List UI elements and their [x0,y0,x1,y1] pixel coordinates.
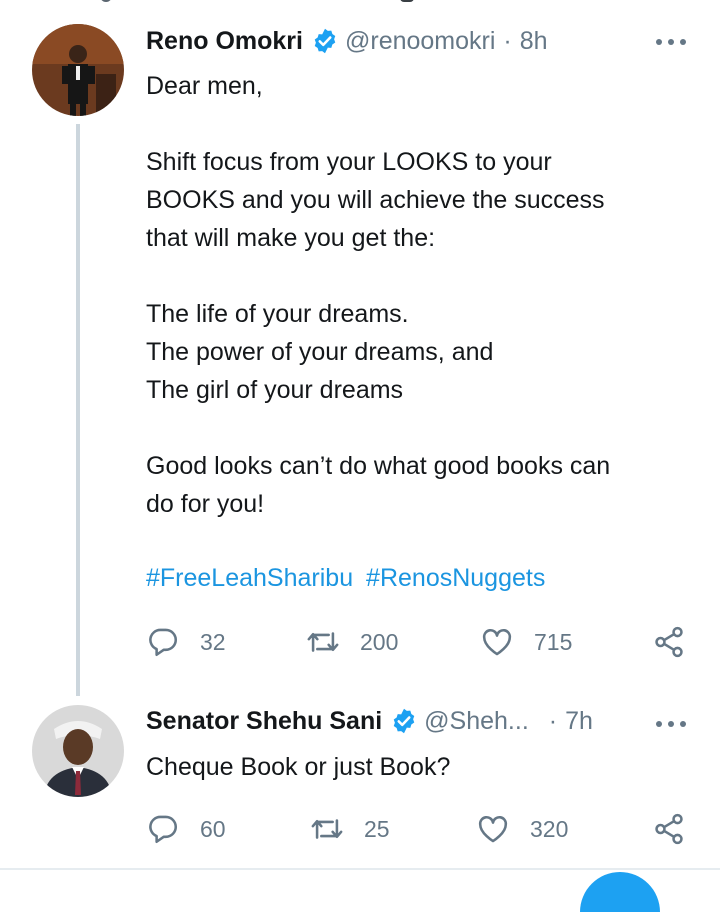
author-name[interactable]: Reno Omokri [146,27,303,56]
hashtags: #FreeLeahSharibu #RenosNuggets [146,564,551,593]
reply-button[interactable]: 60 [146,812,226,846]
tweet-actions: 60 25 320 [146,812,691,846]
tweet-text: Cheque Book or just Book? [146,753,451,781]
share-icon [655,813,683,845]
author-handle[interactable]: @Sheh... [424,707,529,736]
author-handle[interactable]: @renoomokri [345,27,495,56]
more-options-icon[interactable] [656,718,686,728]
heart-icon [482,629,512,656]
tweet-reno-omokri[interactable]: Reno Omokri @renoomokri · 8h Dear men, S… [0,0,720,700]
retweet-icon [307,632,339,652]
divider [0,868,720,870]
reply-count: 32 [200,628,226,655]
reply-icon [149,628,178,657]
thread-line [76,124,80,696]
more-options-icon[interactable] [656,36,686,46]
reply-button[interactable]: 32 [146,625,226,659]
share-button[interactable] [652,625,686,659]
hashtag-link[interactable]: #FreeLeahSharibu [146,564,353,592]
retweet-button[interactable]: 25 [310,812,390,846]
retweet-count: 25 [364,815,390,842]
tweet-text: Dear men, Shift focus from your LOOKS to… [146,72,611,518]
bottom-edge [0,868,720,912]
hashtag-link[interactable]: #RenosNuggets [366,564,545,592]
retweet-count: 200 [360,628,399,655]
verified-badge-icon [314,28,336,54]
heart-icon [478,816,508,843]
tweet-timestamp[interactable]: 8h [520,27,548,56]
reply-icon [149,815,178,844]
verified-badge-icon [393,708,415,734]
compose-button[interactable] [580,872,660,912]
reply-count: 60 [200,815,226,842]
avatar[interactable] [32,705,124,797]
separator-dot: · [548,706,558,735]
like-count: 715 [534,628,573,655]
retweet-button[interactable]: 200 [306,625,398,659]
avatar[interactable] [32,24,124,116]
share-button[interactable] [652,812,686,846]
retweet-icon [311,819,343,839]
separator-dot: · [503,26,512,55]
like-button[interactable]: 320 [476,812,568,846]
author-name[interactable]: Senator Shehu Sani [146,707,382,736]
like-button[interactable]: 715 [480,625,572,659]
tweet-header: Reno Omokri @renoomokri · 8h [146,24,548,58]
like-count: 320 [530,815,569,842]
share-icon [655,626,683,658]
tweet-actions: 32 200 715 [146,625,691,659]
tweet-shehu-sani[interactable]: Senator Shehu Sani @Sheh... · 7h Cheque … [0,700,720,868]
tweet-timestamp[interactable]: 7h [565,707,593,736]
tweet-header: Senator Shehu Sani @Sheh... · 7h [146,704,593,738]
